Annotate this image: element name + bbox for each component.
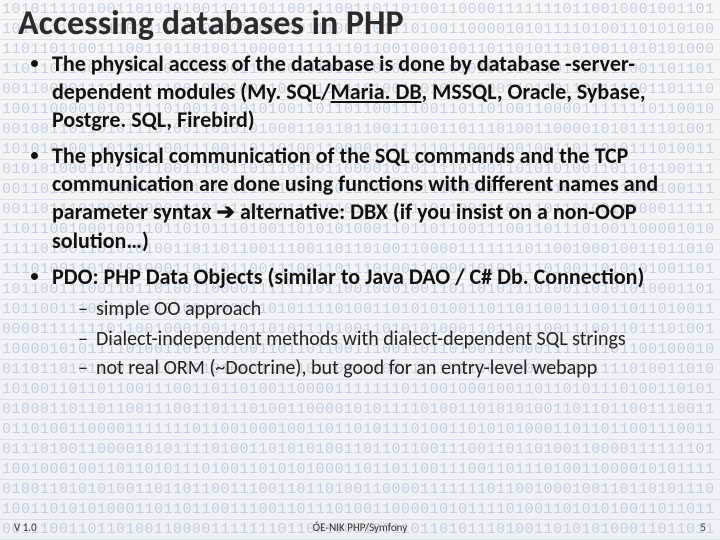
sub-bullet-text: not real ORM (~Doctrine), but good for a…	[96, 356, 597, 380]
sub-bullet-text: simple OO approach	[96, 297, 261, 321]
bullet-list: The physical access of the database is d…	[18, 50, 702, 382]
footer-page-number: 5	[626, 521, 706, 534]
sub-bullet-item: simple OO approach	[78, 297, 702, 323]
footer-center: ÓE‑NIK PHP/Symfony	[94, 521, 626, 534]
slide-content: Accessing databases in PHP The physical …	[0, 0, 720, 540]
slide-footer: V 1.0 ÓE‑NIK PHP/Symfony 5	[0, 521, 720, 534]
bullet-item: The physical communication of the SQL co…	[52, 142, 702, 255]
bullet-item: PDO: PHP Data Objects (similar to Java D…	[52, 263, 702, 382]
bullet-text: PDO: PHP Data Objects (similar to Java D…	[52, 263, 644, 290]
sub-bullet-list: simple OO approach Dialect-independent m…	[52, 297, 702, 382]
bullet-item: The physical access of the database is d…	[52, 50, 702, 134]
sub-bullet-text: Dialect-independent methods with dialect…	[96, 327, 626, 351]
bullet-underline: Maria. DB	[330, 78, 421, 105]
arrow-icon: ➔	[217, 199, 235, 224]
sub-bullet-item: not real ORM (~Doctrine), but good for a…	[78, 356, 702, 382]
slide: 1010111101001101010100110110110011100110…	[0, 0, 720, 540]
slide-title: Accessing databases in PHP	[18, 6, 702, 42]
footer-version: V 1.0	[14, 521, 94, 534]
sub-bullet-item: Dialect-independent methods with dialect…	[78, 327, 702, 353]
